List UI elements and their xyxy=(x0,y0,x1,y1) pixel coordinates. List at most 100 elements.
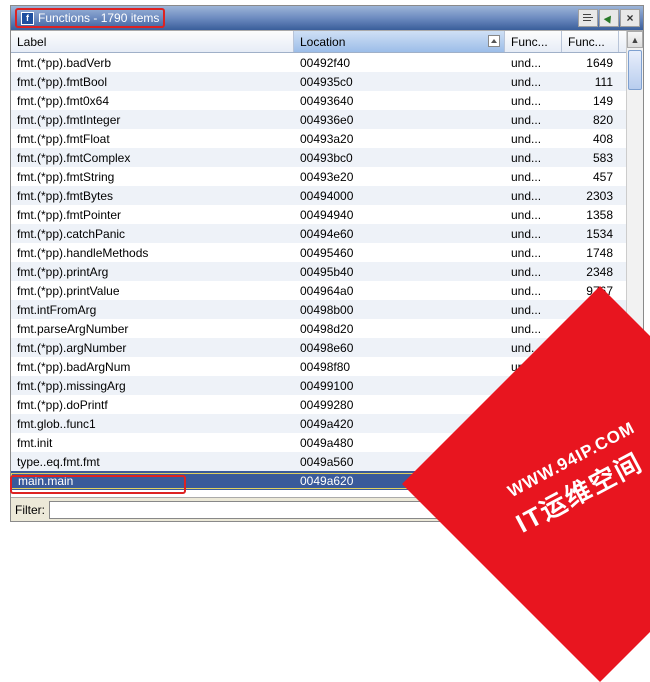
cell-location: 004936e0 xyxy=(294,113,505,127)
cell-func2: 457 xyxy=(562,170,619,184)
table-row[interactable]: fmt.(*pp).missingArg00499100und...367 xyxy=(11,376,626,395)
cell-label: fmt.(*pp).printValue xyxy=(11,284,294,298)
cell-func1: und... xyxy=(505,341,562,355)
cell-location: 004964a0 xyxy=(294,284,505,298)
cell-label: fmt.(*pp).doPrintf xyxy=(11,398,294,412)
column-label[interactable]: Label xyxy=(11,31,294,52)
column-func2[interactable]: Func... xyxy=(562,31,619,52)
cell-location: 00499100 xyxy=(294,379,505,393)
cell-func1: und... xyxy=(505,246,562,260)
table-row[interactable]: fmt.(*pp).fmtBool004935c0und...111 xyxy=(11,72,626,91)
cell-func1: und xyxy=(505,473,562,489)
column-func1[interactable]: Func... xyxy=(505,31,562,52)
cell-func1: und... xyxy=(505,113,562,127)
table-row[interactable]: fmt.(*pp).fmt0x6400493640und...149 xyxy=(11,91,626,110)
table-row[interactable]: fmt.init0049a480und...197 xyxy=(11,433,626,452)
table-row[interactable]: fmt.(*pp).fmtComplex00493bc0und...583 xyxy=(11,148,626,167)
table-body: fmt.(*pp).badVerb00492f40und...1649fmt.(… xyxy=(11,53,626,497)
column-headers: Label Location Func... Func... xyxy=(11,31,626,53)
scroll-track[interactable] xyxy=(627,48,643,480)
cell-func1: und... xyxy=(505,208,562,222)
cell-location: 0049a620 xyxy=(294,473,505,489)
table-row[interactable]: fmt.(*pp).catchPanic00494e60und...1534 xyxy=(11,224,626,243)
table-row[interactable]: type..eq.fmt.fmt0049a560und... xyxy=(11,452,626,471)
cell-label: fmt.(*pp).fmtString xyxy=(11,170,294,184)
cell-func1: und... xyxy=(505,56,562,70)
cell-func1: und... xyxy=(505,379,562,393)
vertical-scrollbar[interactable]: ▲ ▼ xyxy=(626,31,643,497)
table-row[interactable]: main.main0049a620und xyxy=(11,471,626,490)
cell-location: 00493a20 xyxy=(294,132,505,146)
cell-func1: und... xyxy=(505,455,562,469)
table-row[interactable]: fmt.parseArgNumber00498d20und...293 xyxy=(11,319,626,338)
table-row[interactable]: fmt.(*pp).printArg00495b40und...2348 xyxy=(11,262,626,281)
cell-func2: 293 xyxy=(562,322,619,336)
table-area: Label Location Func... Func... fmt.(*pp)… xyxy=(11,31,626,497)
table-row[interactable]: fmt.intFromArg00498b00und...529 xyxy=(11,300,626,319)
cell-location: 00493bc0 xyxy=(294,151,505,165)
cell-func1: und... xyxy=(505,227,562,241)
table-row[interactable]: fmt.(*pp).badVerb00492f40und...1649 xyxy=(11,53,626,72)
filter-row: Filter: ✕ xyxy=(11,497,643,521)
cell-label: fmt.(*pp).badVerb xyxy=(11,56,294,70)
cell-func2: 408 xyxy=(562,132,619,146)
cell-func1: und... xyxy=(505,322,562,336)
cell-location: 00493e20 xyxy=(294,170,505,184)
cell-func2: 4490 xyxy=(562,398,619,412)
filter-input[interactable] xyxy=(49,501,619,519)
cell-label: fmt.(*pp).argNumber xyxy=(11,341,294,355)
cell-func2: 1534 xyxy=(562,227,619,241)
menu-button[interactable] xyxy=(578,9,598,27)
export-button[interactable] xyxy=(599,9,619,27)
table-wrap: Label Location Func... Func... fmt.(*pp)… xyxy=(11,30,643,497)
cell-label: main.main xyxy=(11,473,294,489)
cell-location: 00498e60 xyxy=(294,341,505,355)
column-location[interactable]: Location xyxy=(294,31,505,52)
table-row[interactable]: fmt.(*pp).fmtFloat00493a20und...408 xyxy=(11,129,626,148)
table-row[interactable]: fmt.(*pp).fmtString00493e20und...457 xyxy=(11,167,626,186)
table-row[interactable]: fmt.(*pp).fmtPointer00494940und...1358 xyxy=(11,205,626,224)
column-location-text: Location xyxy=(300,35,345,49)
table-row[interactable]: fmt.(*pp).argNumber00498e60und...278 xyxy=(11,338,626,357)
table-row[interactable]: fmt.(*pp).doPrintf00499280und...4490 xyxy=(11,395,626,414)
cell-func2: 1358 xyxy=(562,208,619,222)
cell-func1: und... xyxy=(505,151,562,165)
cell-func1: und... xyxy=(505,75,562,89)
table-row[interactable]: fmt.(*pp).fmtBytes00494000und...2303 xyxy=(11,186,626,205)
scroll-down-button[interactable]: ▼ xyxy=(627,480,643,497)
cell-location: 00494000 xyxy=(294,189,505,203)
cell-label: fmt.(*pp).missingArg xyxy=(11,379,294,393)
table-row[interactable]: fmt.glob..func10049a420und...84 xyxy=(11,414,626,433)
cell-label: fmt.parseArgNumber xyxy=(11,322,294,336)
table-row[interactable]: fmt.(*pp).printValue004964a0und...9767 xyxy=(11,281,626,300)
cell-location: 00499280 xyxy=(294,398,505,412)
cell-location: 00492f40 xyxy=(294,56,505,70)
filter-label: Filter: xyxy=(15,503,45,517)
close-button[interactable]: × xyxy=(620,9,640,27)
cell-func2: 84 xyxy=(562,417,619,431)
cell-func2: 278 xyxy=(562,341,619,355)
cell-func1: und... xyxy=(505,94,562,108)
cell-label: fmt.(*pp).badArgNum xyxy=(11,360,294,374)
functions-panel: f Functions - 1790 items × Label Locatio… xyxy=(10,5,644,522)
cell-location: 0049a560 xyxy=(294,455,505,469)
cell-func1: und... xyxy=(505,360,562,374)
cell-func1: und... xyxy=(505,170,562,184)
scroll-thumb[interactable] xyxy=(628,50,642,90)
cell-label: fmt.(*pp).fmt0x64 xyxy=(11,94,294,108)
table-row[interactable]: fmt.(*pp).badArgNum00498f80und...367 xyxy=(11,357,626,376)
cell-label: fmt.(*pp).fmtComplex xyxy=(11,151,294,165)
cell-func2: 9767 xyxy=(562,284,619,298)
table-row[interactable]: fmt.(*pp).handleMethods00495460und...174… xyxy=(11,243,626,262)
window-title: Functions - 1790 items xyxy=(38,11,159,25)
cell-location: 00495460 xyxy=(294,246,505,260)
cell-location: 00493640 xyxy=(294,94,505,108)
cell-func2: 583 xyxy=(562,151,619,165)
filter-clear-icon[interactable]: ✕ xyxy=(623,502,639,518)
scroll-up-button[interactable]: ▲ xyxy=(627,31,643,48)
cell-func2: 2348 xyxy=(562,265,619,279)
table-row[interactable]: fmt.(*pp).fmtInteger004936e0und...820 xyxy=(11,110,626,129)
cell-func1: und... xyxy=(505,303,562,317)
cell-label: fmt.(*pp).fmtPointer xyxy=(11,208,294,222)
cell-func2: 2303 xyxy=(562,189,619,203)
